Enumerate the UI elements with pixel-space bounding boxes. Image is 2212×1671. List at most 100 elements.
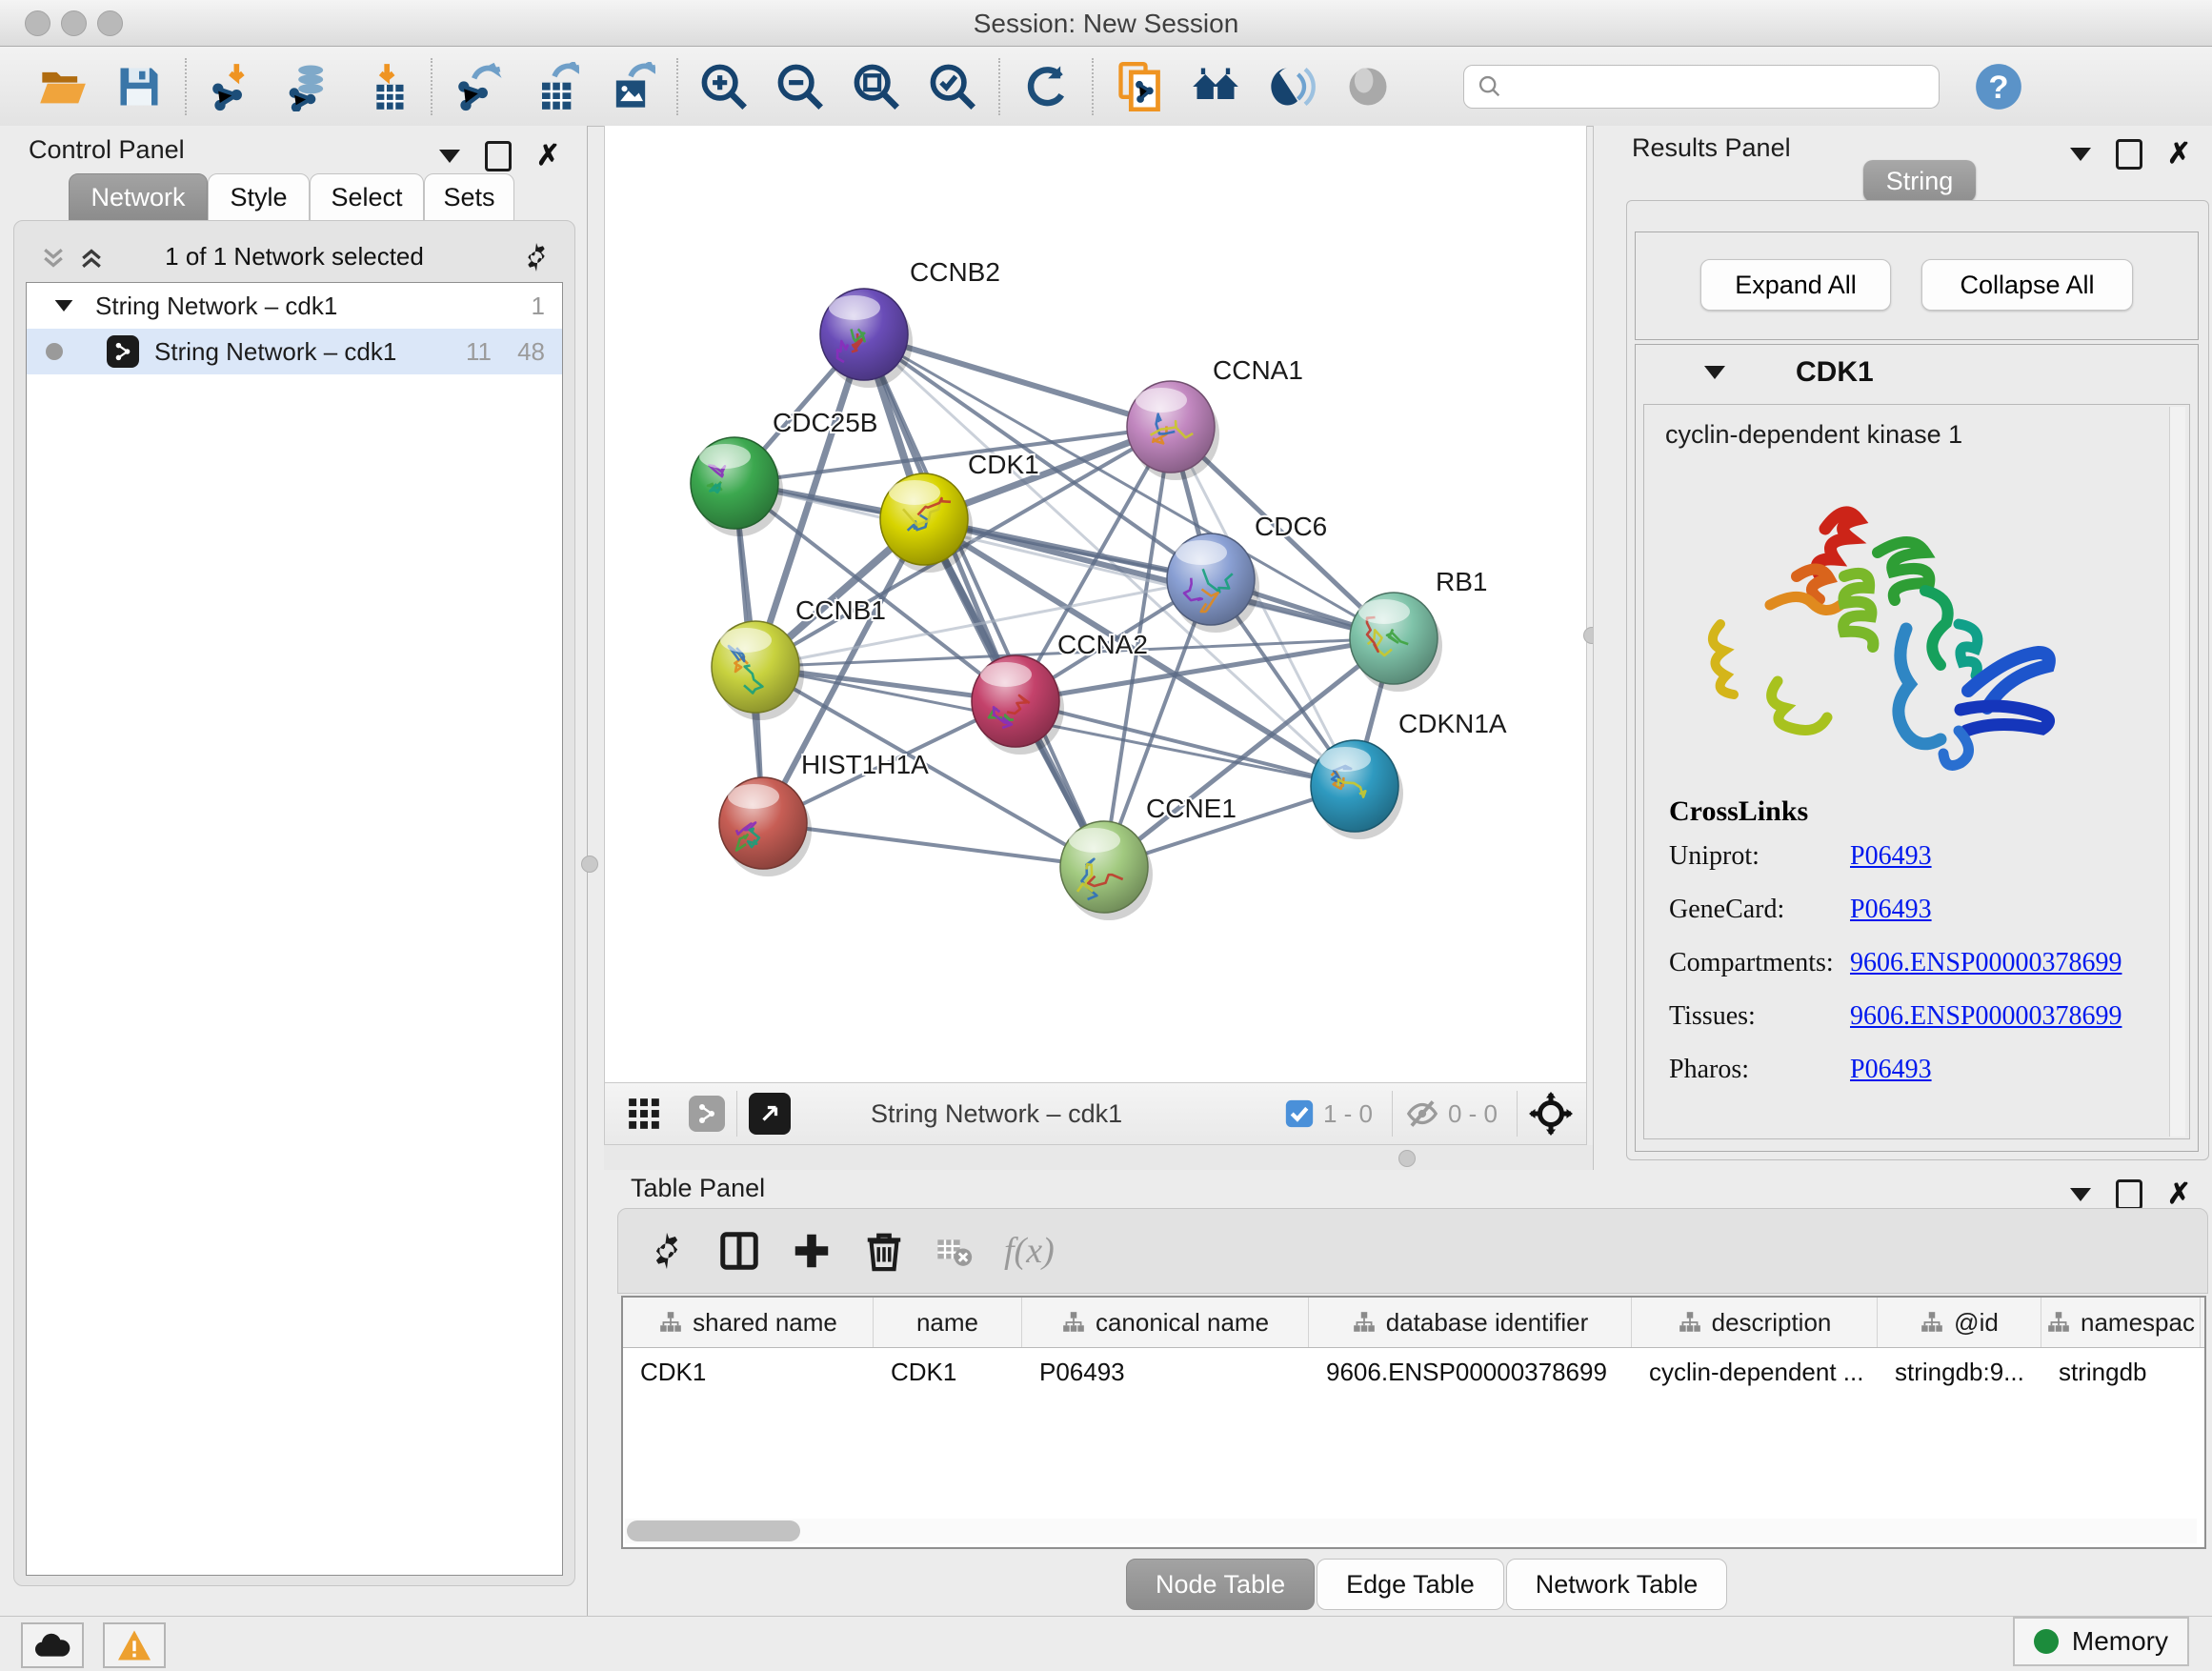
zoom-out-icon[interactable] xyxy=(775,62,825,111)
tab-select[interactable]: Select xyxy=(310,173,424,221)
selected-checkbox-icon[interactable] xyxy=(1283,1097,1316,1130)
panel-menu-icon[interactable] xyxy=(439,150,460,163)
network-node-HIST1H1A[interactable]: HIST1H1A xyxy=(719,750,929,876)
warning-button[interactable] xyxy=(103,1622,166,1668)
panel-float-icon[interactable] xyxy=(485,141,512,171)
table-cell[interactable]: cyclin-dependent ... xyxy=(1632,1348,1878,1396)
tab-node-table[interactable]: Node Table xyxy=(1126,1559,1315,1610)
node-label-CCNE1: CCNE1 xyxy=(1146,794,1237,823)
left-splitter-handle[interactable] xyxy=(581,856,598,873)
grid-view-icon[interactable] xyxy=(626,1096,662,1132)
panel-menu-icon[interactable] xyxy=(2070,148,2091,161)
network-canvas[interactable]: CCNB2CCNA1CDC25BCDK1CDC6RB1CCNB1CCNA2CDK… xyxy=(604,126,1587,1082)
table-hscrollbar-thumb[interactable] xyxy=(627,1520,800,1541)
select-columns-icon[interactable] xyxy=(717,1229,761,1273)
tab-style[interactable]: Style xyxy=(208,173,310,221)
help-icon[interactable]: ? xyxy=(1974,62,2023,111)
crosslink-link[interactable]: 9606.ENSP00000378699 xyxy=(1850,948,2122,978)
string-tab[interactable]: String xyxy=(1863,160,1976,202)
table-cell[interactable]: CDK1 xyxy=(874,1348,1022,1396)
collapse-all-button[interactable]: Collapse All xyxy=(1921,259,2133,311)
column-header-canonical-name[interactable]: canonical name xyxy=(1022,1298,1309,1347)
cloud-button[interactable] xyxy=(21,1622,84,1668)
panel-close-icon[interactable]: ✗ xyxy=(536,139,560,172)
table-cell[interactable]: P06493 xyxy=(1022,1348,1309,1396)
expand-all-button[interactable]: Expand All xyxy=(1700,259,1891,311)
network-collection-row[interactable]: String Network – cdk1 1 xyxy=(27,283,562,329)
network-node-CCNA1[interactable]: CCNA1 xyxy=(1127,355,1303,480)
zoom-in-icon[interactable] xyxy=(699,62,749,111)
crosslink-link[interactable]: P06493 xyxy=(1850,895,1932,925)
protein-description: cyclin-dependent kinase 1 xyxy=(1665,420,1962,450)
table-cell[interactable]: stringdb:9... xyxy=(1878,1348,2041,1396)
network-node-CDKN1A[interactable]: CDKN1A xyxy=(1311,709,1507,839)
hidden-eye-icon[interactable] xyxy=(1404,1096,1440,1132)
tab-network-table[interactable]: Network Table xyxy=(1506,1559,1728,1610)
refresh-icon[interactable] xyxy=(1021,62,1071,111)
control-panel-buttons: ✗ xyxy=(439,139,560,172)
open-session-icon[interactable] xyxy=(38,62,88,111)
zoom-fit-icon[interactable] xyxy=(852,62,901,111)
network-badge-icon[interactable] xyxy=(689,1096,725,1132)
section-collapse-icon[interactable] xyxy=(1704,366,1725,379)
import-database-icon[interactable] xyxy=(284,62,333,111)
panel-float-icon[interactable] xyxy=(2116,1179,2142,1210)
network-graph[interactable]: CCNB2CCNA1CDC25BCDK1CDC6RB1CCNB1CCNA2CDK… xyxy=(605,126,1586,1080)
pan-crosshair-icon[interactable] xyxy=(1529,1092,1573,1136)
network-list: String Network – cdk1 1 String Network –… xyxy=(26,282,563,1576)
network-node-CCNA2[interactable]: CCNA2 xyxy=(972,630,1148,755)
tab-sets[interactable]: Sets xyxy=(424,173,514,221)
memory-button[interactable]: Memory xyxy=(2013,1617,2189,1666)
column-header-name[interactable]: name xyxy=(874,1298,1022,1347)
table-cell[interactable]: stringdb xyxy=(2041,1348,2201,1396)
gear-icon[interactable] xyxy=(519,240,553,274)
delete-table-icon xyxy=(935,1232,973,1270)
panel-float-icon[interactable] xyxy=(2116,139,2142,170)
network-row-selected[interactable]: String Network – cdk1 11 48 xyxy=(27,329,562,374)
add-column-icon[interactable] xyxy=(790,1229,834,1273)
panel-close-icon[interactable]: ✗ xyxy=(2167,137,2191,171)
tab-edge-table[interactable]: Edge Table xyxy=(1317,1559,1504,1610)
export-network-icon[interactable] xyxy=(453,62,503,111)
network-node-CCNB1[interactable]: CCNB1 xyxy=(712,595,886,720)
zoom-selected-icon[interactable] xyxy=(928,62,977,111)
sphere-icon[interactable] xyxy=(1343,62,1393,111)
network-node-RB1[interactable]: RB1 xyxy=(1350,567,1487,692)
import-network-icon[interactable] xyxy=(208,62,257,111)
crosslink-link[interactable]: P06493 xyxy=(1850,1055,1932,1085)
column-header-database-identifier[interactable]: database identifier xyxy=(1309,1298,1632,1347)
save-session-icon[interactable] xyxy=(114,62,164,111)
export-image-icon[interactable] xyxy=(606,62,655,111)
clone-network-icon[interactable] xyxy=(1115,62,1164,111)
panel-close-icon[interactable]: ✗ xyxy=(2167,1178,2191,1211)
birdseye-view-icon[interactable] xyxy=(749,1093,791,1135)
column-header--id[interactable]: @id xyxy=(1878,1298,2041,1347)
tree-expand-icon[interactable] xyxy=(55,300,73,312)
table-cell[interactable]: CDK1 xyxy=(623,1348,874,1396)
results-panel: Results Panel ✗ String Expand All Collap… xyxy=(1593,126,2212,1170)
vision-icon[interactable] xyxy=(1267,62,1317,111)
column-header-namespac[interactable]: namespac xyxy=(2041,1298,2201,1347)
column-header-shared-name[interactable]: shared name xyxy=(623,1298,874,1347)
delete-column-icon[interactable] xyxy=(862,1229,906,1273)
network-node-CDC25B[interactable]: CDC25B xyxy=(691,408,877,536)
results-scrollbar[interactable] xyxy=(2169,407,2185,1137)
protein-details: cyclin-dependent kinase 1 xyxy=(1643,404,2190,1139)
crosslink-link[interactable]: P06493 xyxy=(1850,841,1932,872)
table-cell[interactable]: 9606.ENSP00000378699 xyxy=(1309,1348,1632,1396)
tab-network[interactable]: Network xyxy=(69,173,208,221)
export-table-icon[interactable] xyxy=(530,62,579,111)
home-icon[interactable] xyxy=(1191,62,1240,111)
splitter-handle[interactable] xyxy=(1398,1150,1416,1167)
function-builder-icon: f(x) xyxy=(1004,1230,1055,1272)
panel-menu-icon[interactable] xyxy=(2070,1188,2091,1201)
import-table-icon[interactable] xyxy=(360,62,410,111)
search-input[interactable] xyxy=(1463,65,1940,109)
table-row[interactable]: CDK1CDK1P064939606.ENSP00000378699cyclin… xyxy=(623,1348,2204,1396)
protein-section-header[interactable]: CDK1 xyxy=(1636,345,2198,400)
crosslink-link[interactable]: 9606.ENSP00000378699 xyxy=(1850,1001,2122,1032)
node-label-RB1: RB1 xyxy=(1436,567,1487,596)
column-header-description[interactable]: description xyxy=(1632,1298,1878,1347)
network-node-CCNE1[interactable]: CCNE1 xyxy=(1060,794,1237,920)
table-gear-icon[interactable] xyxy=(645,1229,689,1273)
